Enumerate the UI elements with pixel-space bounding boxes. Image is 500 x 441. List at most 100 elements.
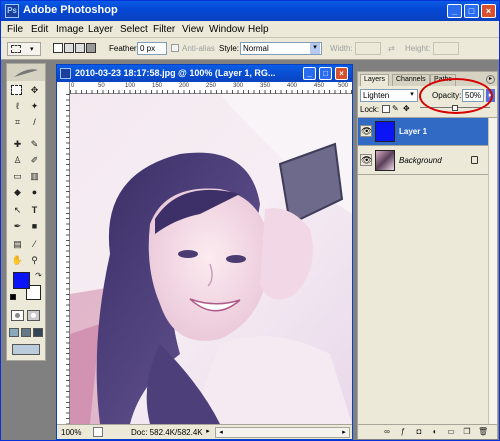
magic-wand-icon[interactable]: ✦ [28,100,41,112]
tab-layers[interactable]: Layers [360,74,390,86]
hand-tool-icon[interactable]: ✋ [11,254,24,266]
chevron-down-icon: ▾ [30,46,34,53]
feather-input[interactable]: 0 px [137,42,167,55]
doc-minimize-button[interactable]: _ [303,67,316,80]
horizontal-scrollbar[interactable]: ◂ ▸ [215,427,350,438]
lasso-tool-icon[interactable]: ℓ [11,100,24,112]
menu-edit[interactable]: Edit [31,24,48,35]
layer-row-background[interactable]: 👁 Background [358,147,497,175]
zoom-level[interactable]: 100% [61,428,81,437]
quick-mask-icon[interactable] [27,310,40,321]
ruler-label: 250 [206,83,217,89]
marquee-tool-icon[interactable] [11,85,22,95]
crop-tool-icon[interactable]: ⌗ [11,116,24,128]
maximize-button[interactable]: □ [464,4,479,18]
style-label: Style: [219,44,240,53]
dodge-tool-icon[interactable]: ● [28,186,41,198]
scroll-right-icon[interactable]: ▸ [339,428,349,437]
eye-icon[interactable]: 👁 [360,125,372,137]
link-icon[interactable]: ∞ [382,427,392,437]
scroll-left-icon[interactable]: ◂ [216,428,226,437]
menu-layer[interactable]: Layer [88,24,113,35]
notes-tool-icon[interactable]: ▤ [11,238,24,250]
blur-tool-icon[interactable]: ◆ [11,186,24,198]
new-selection-icon[interactable] [53,43,63,53]
new-group-icon[interactable]: ▭ [446,427,456,437]
menu-file[interactable]: File [7,24,23,35]
menu-select[interactable]: Select [120,24,148,35]
layers-scrollbar[interactable] [488,118,497,424]
document-status-bar: 100% Doc: 582.4K/582.4K ▸ ◂ ▸ [57,424,352,439]
foreground-color-swatch[interactable] [13,272,30,289]
chevron-down-icon: ▾ [310,43,320,54]
adjustment-layer-icon[interactable]: ◐ [430,427,440,437]
history-brush-icon[interactable]: ✐ [28,154,41,166]
options-bar: ▾ Feather: 0 px Anti-alias Style: Normal… [1,38,499,60]
add-selection-icon[interactable] [64,43,74,53]
layer-row-layer-1[interactable]: 👁 Layer 1 [358,118,497,146]
screen-mode-standard-icon[interactable] [9,328,19,337]
tool-preset-picker[interactable]: ▾ [7,42,41,56]
menu-filter[interactable]: Filter [153,24,175,35]
feather-logo-icon [14,69,38,77]
pen-tool-icon[interactable]: ✒ [11,220,24,232]
type-tool-icon[interactable]: T [28,204,41,216]
menu-help[interactable]: Help [248,24,269,35]
doc-close-button[interactable]: × [335,67,348,80]
lock-position-icon[interactable]: ✥ [403,104,410,113]
subtract-selection-icon[interactable] [75,43,85,53]
eraser-tool-icon[interactable]: ▭ [11,170,24,182]
ruler-label: 350 [260,83,271,89]
screen-mode-menubar-icon[interactable] [21,328,31,337]
doc-maximize-button[interactable]: □ [319,67,332,80]
tab-channels[interactable]: Channels [392,74,430,86]
swap-colors-icon[interactable]: ↷ [32,270,45,282]
style-select[interactable]: Normal ▾ [240,42,322,55]
screen-mode-full-icon[interactable] [33,328,43,337]
default-colors-icon[interactable] [10,294,16,300]
canvas-photo[interactable] [70,94,352,424]
ruler-label: 400 [287,83,298,89]
shape-tool-icon[interactable]: ■ [28,220,41,232]
move-tool-icon[interactable]: ✥ [28,84,41,96]
blend-mode-select[interactable]: Lighten ▾ [360,89,418,102]
lock-pixels-icon[interactable]: ✎ [392,104,399,113]
eyedropper-icon[interactable]: ⁄ [28,238,41,250]
slice-tool-icon[interactable]: / [28,116,41,128]
document-titlebar: 2010-03-23 18:17:58.jpg @ 100% (Layer 1,… [57,65,352,82]
intersect-selection-icon[interactable] [86,43,96,53]
antialias-checkbox[interactable] [171,44,179,52]
selection-mode-group [53,42,97,56]
close-button[interactable]: × [481,4,496,18]
healing-brush-icon[interactable]: ✚ [11,138,24,150]
blend-mode-value: Lighten [363,91,390,100]
width-input[interactable] [355,42,381,55]
palette-menu-icon[interactable]: ▸ [486,75,495,84]
standard-mode-icon[interactable] [11,310,24,321]
minimize-button[interactable]: _ [447,4,462,18]
ruler-label: 200 [179,83,190,89]
status-arrow-icon[interactable]: ▸ [203,427,213,437]
jump-to-imageready-icon[interactable] [12,344,40,355]
ruler-label: 500 [338,83,349,89]
eye-icon[interactable]: 👁 [360,154,372,166]
status-menu-icon[interactable] [93,427,103,437]
clone-stamp-icon[interactable]: ♙ [11,154,24,166]
menu-view[interactable]: View [182,24,204,35]
brush-tool-icon[interactable]: ✎ [28,138,41,150]
lock-transparency-icon[interactable] [382,105,390,113]
swap-icon[interactable]: ⇄ [388,44,395,53]
menu-window[interactable]: Window [209,24,245,35]
lock-icon [471,156,478,164]
menu-image[interactable]: Image [56,24,84,35]
zoom-tool-icon[interactable]: ⚲ [28,254,41,266]
gradient-tool-icon[interactable]: ▥ [28,170,41,182]
layer-mask-icon[interactable]: ◘ [414,427,424,437]
trash-icon[interactable]: 🗑 [478,427,488,437]
chevron-down-icon: ▾ [410,91,414,98]
new-layer-icon[interactable]: ❐ [462,427,472,437]
layer-style-icon[interactable]: ƒ [398,427,408,437]
layer-name: Layer 1 [399,127,428,136]
path-selection-icon[interactable]: ↖ [11,204,24,216]
height-input[interactable] [433,42,459,55]
